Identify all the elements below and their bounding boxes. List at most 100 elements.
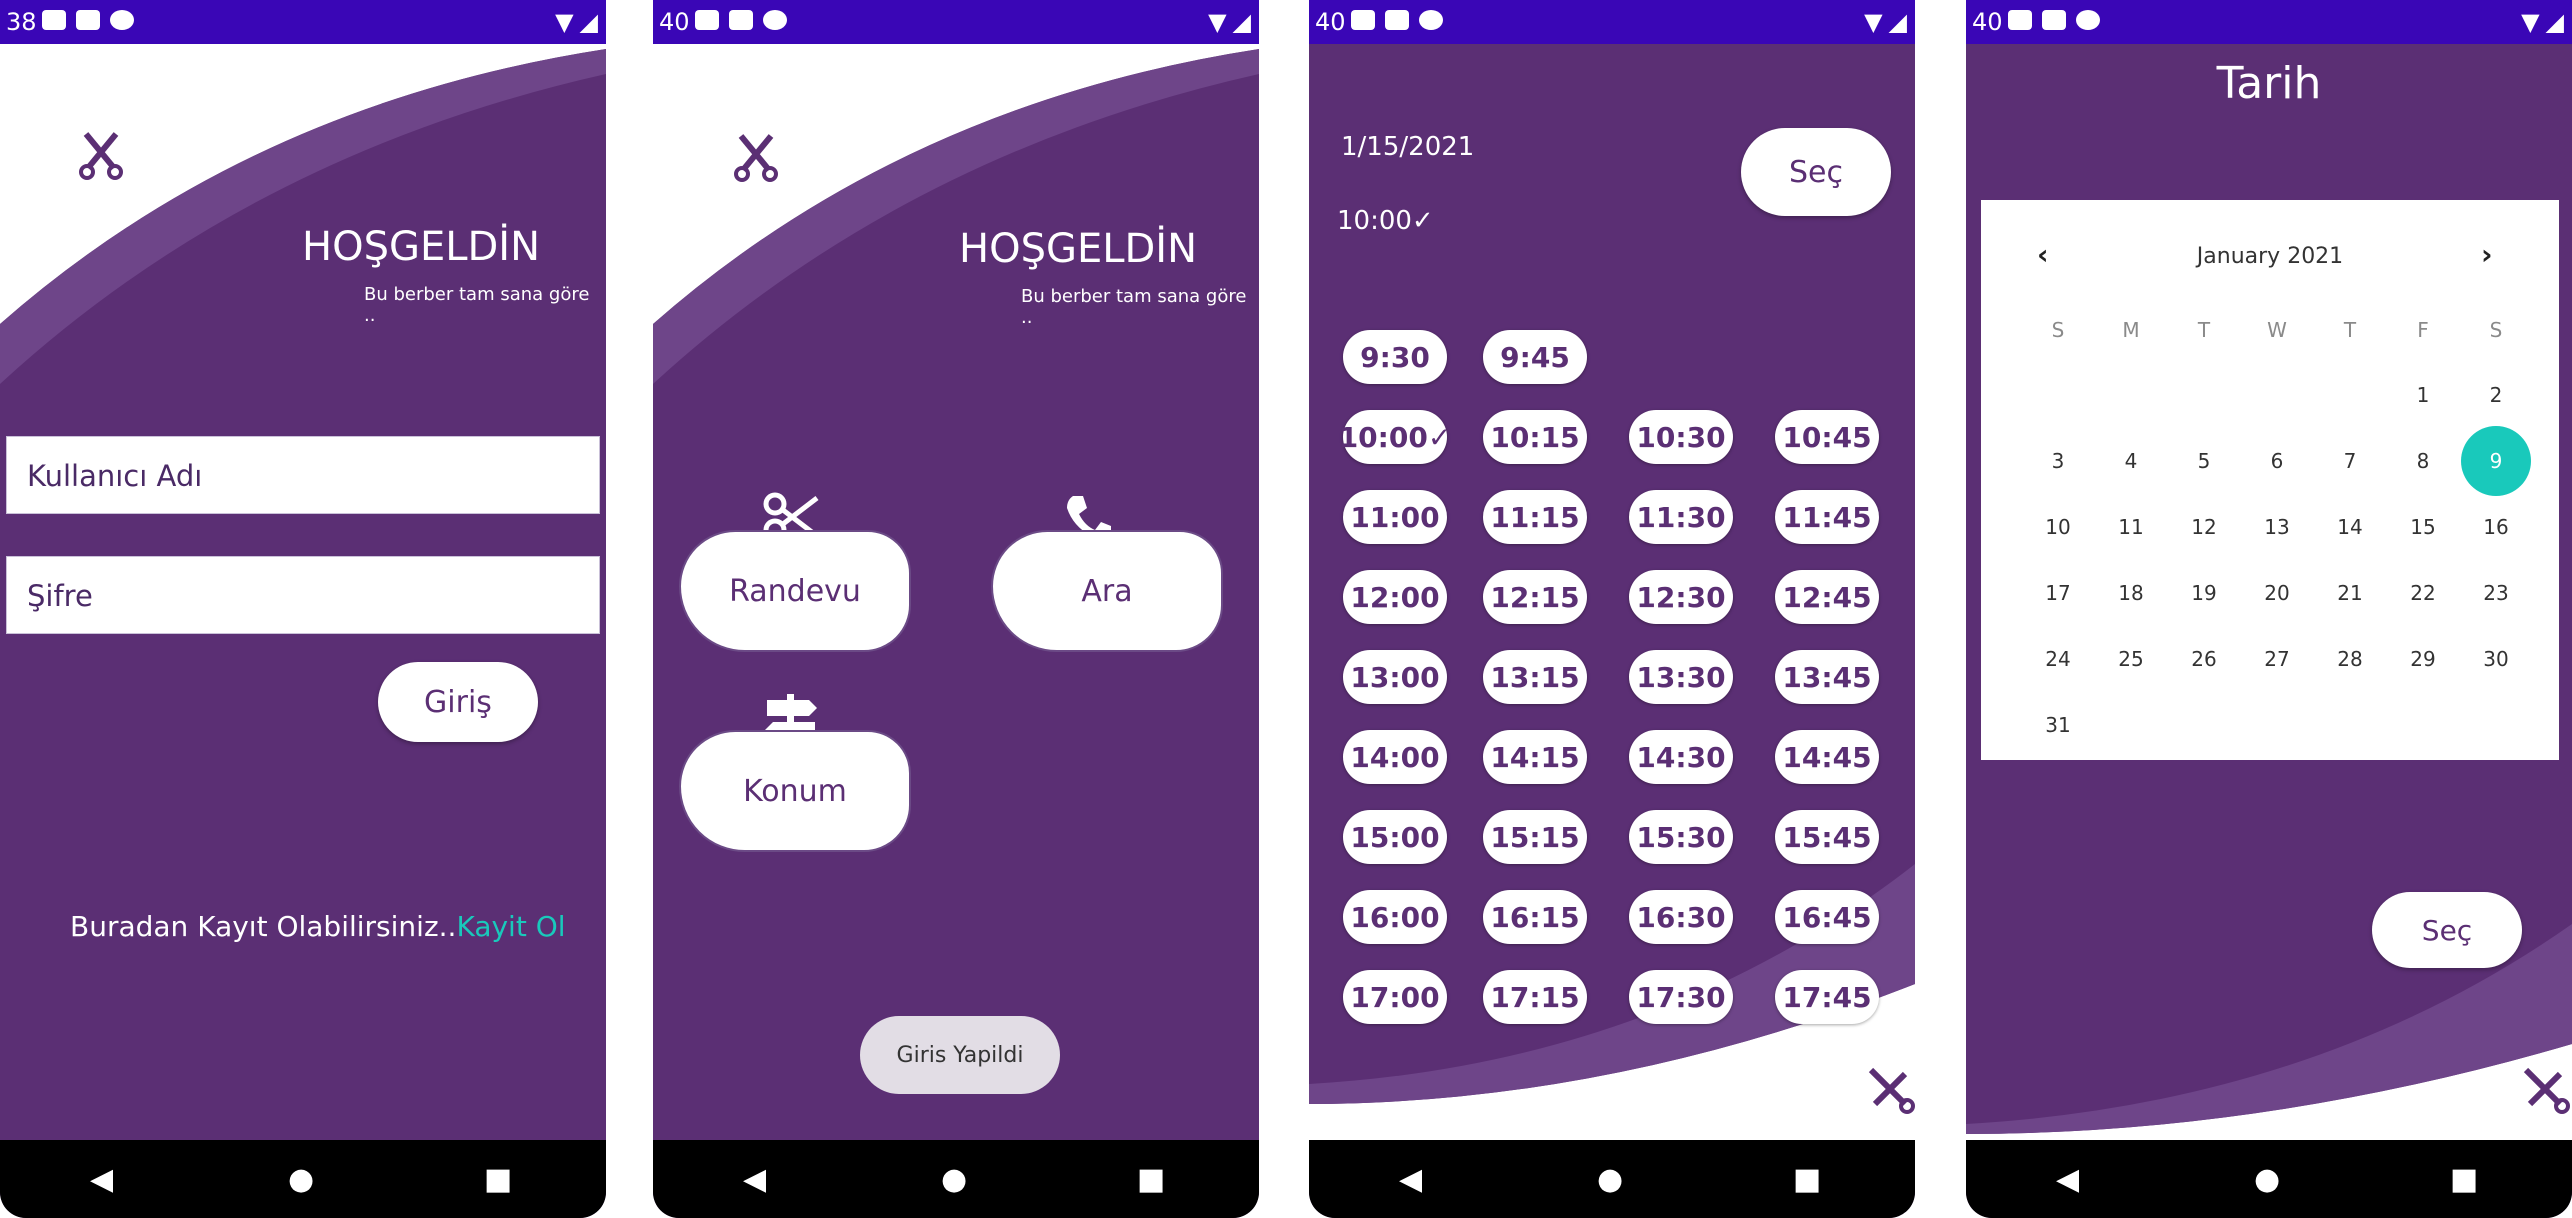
calendar-day[interactable]: 10 bbox=[2023, 492, 2093, 562]
time-slot-button[interactable]: 17:30 bbox=[1629, 970, 1733, 1024]
password-field[interactable]: Şifre bbox=[6, 556, 600, 634]
login-button[interactable]: Giriş bbox=[378, 662, 538, 742]
back-icon[interactable]: ◀ bbox=[90, 1162, 113, 1197]
time-slot-button[interactable]: 13:45 bbox=[1775, 650, 1879, 704]
time-slot-button[interactable]: 12:30 bbox=[1629, 570, 1733, 624]
time-slot-button[interactable]: 9:30 bbox=[1343, 330, 1447, 384]
time-slot-button[interactable]: 15:00 bbox=[1343, 810, 1447, 864]
status-time: 40 bbox=[1315, 8, 1346, 36]
app-icon bbox=[1419, 10, 1443, 30]
calendar-day[interactable]: 3 bbox=[2023, 426, 2093, 496]
home-icon[interactable]: ● bbox=[288, 1162, 314, 1197]
appointment-button[interactable]: Randevu bbox=[679, 530, 911, 652]
calendar-day[interactable]: 15 bbox=[2388, 492, 2458, 562]
calendar-day[interactable]: 19 bbox=[2169, 558, 2239, 628]
calendar-day[interactable]: 24 bbox=[2023, 624, 2093, 694]
time-slot-button[interactable]: 15:15 bbox=[1483, 810, 1587, 864]
time-slot-button[interactable]: 16:45 bbox=[1775, 890, 1879, 944]
welcome-subtitle: Bu berber tam sana göre .. bbox=[364, 284, 590, 326]
calendar-day[interactable]: 7 bbox=[2315, 426, 2385, 496]
gmail-icon bbox=[1351, 10, 1375, 30]
calendar-day[interactable]: 2 bbox=[2461, 360, 2531, 430]
home-icon[interactable]: ● bbox=[941, 1162, 967, 1197]
time-slot-button[interactable]: 13:15 bbox=[1483, 650, 1587, 704]
wifi-icon: ▼ bbox=[1208, 8, 1227, 36]
calendar-day[interactable]: 18 bbox=[2096, 558, 2166, 628]
calendar-day[interactable]: 17 bbox=[2023, 558, 2093, 628]
time-slot-button[interactable]: 14:00 bbox=[1343, 730, 1447, 784]
register-link[interactable]: Kayit Ol bbox=[456, 910, 565, 943]
home-icon[interactable]: ● bbox=[2254, 1162, 2280, 1197]
back-icon[interactable]: ◀ bbox=[743, 1162, 766, 1197]
select-date-button[interactable]: Seç bbox=[1741, 128, 1891, 216]
calendar-day[interactable]: 25 bbox=[2096, 624, 2166, 694]
time-slot-button[interactable]: 10:45 bbox=[1775, 410, 1879, 464]
calendar-day[interactable]: 22 bbox=[2388, 558, 2458, 628]
time-slot-button[interactable]: 12:00 bbox=[1343, 570, 1447, 624]
calendar-day[interactable]: 26 bbox=[2169, 624, 2239, 694]
location-button[interactable]: Konum bbox=[679, 730, 911, 852]
calendar-day[interactable]: 1 bbox=[2388, 360, 2458, 430]
time-slot-button[interactable]: 10:00✓ bbox=[1339, 410, 1451, 464]
calendar-widget: ‹ January 2021 › SMTWTFS 1 2 3 4 5 6 7 8 9 10 11 12… bbox=[1981, 200, 2559, 760]
calendar-day[interactable]: 29 bbox=[2388, 624, 2458, 694]
calendar-day[interactable]: 30 bbox=[2461, 624, 2531, 694]
calendar-day[interactable]: 16 bbox=[2461, 492, 2531, 562]
time-slot-button[interactable]: 12:45 bbox=[1775, 570, 1879, 624]
time-slot-button[interactable]: 10:30 bbox=[1629, 410, 1733, 464]
recents-icon[interactable]: ■ bbox=[1793, 1162, 1821, 1197]
time-slot-button[interactable]: 17:00 bbox=[1343, 970, 1447, 1024]
recents-icon[interactable]: ■ bbox=[2450, 1162, 2478, 1197]
back-icon[interactable]: ◀ bbox=[2056, 1162, 2079, 1197]
calendar-day[interactable]: 31 bbox=[2023, 690, 2093, 760]
calendar-day[interactable]: 12 bbox=[2169, 492, 2239, 562]
calendar-day[interactable]: 4 bbox=[2096, 426, 2166, 496]
time-slot-button[interactable]: 14:15 bbox=[1483, 730, 1587, 784]
time-slot-button[interactable]: 11:15 bbox=[1483, 490, 1587, 544]
calendar-day[interactable]: 9 bbox=[2461, 426, 2531, 496]
confirm-date-button[interactable]: Seç bbox=[2372, 892, 2522, 968]
time-slot-button[interactable]: 16:00 bbox=[1343, 890, 1447, 944]
calendar-day[interactable]: 20 bbox=[2242, 558, 2312, 628]
time-slot-button[interactable]: 17:45 bbox=[1775, 970, 1879, 1024]
time-slot-button[interactable]: 13:00 bbox=[1343, 650, 1447, 704]
recents-icon[interactable]: ■ bbox=[1137, 1162, 1165, 1197]
calendar-day[interactable]: 23 bbox=[2461, 558, 2531, 628]
calendar-day[interactable]: 28 bbox=[2315, 624, 2385, 694]
status-bar: 40 ▼ ◢ bbox=[1966, 0, 2572, 44]
calendar-day[interactable]: 11 bbox=[2096, 492, 2166, 562]
time-slot-button[interactable]: 14:30 bbox=[1629, 730, 1733, 784]
time-slot-button[interactable]: 17:15 bbox=[1483, 970, 1587, 1024]
weekday-label: F bbox=[2417, 318, 2429, 342]
username-field[interactable]: Kullanıcı Adı bbox=[6, 436, 600, 514]
back-icon[interactable]: ◀ bbox=[1399, 1162, 1422, 1197]
calendar-day[interactable]: 13 bbox=[2242, 492, 2312, 562]
cloud-icon bbox=[729, 10, 753, 30]
home-screen: 40 ▼ ◢ HOŞGELDİN Bu berber tam sana göre … bbox=[653, 0, 1259, 1218]
time-slot-button[interactable]: 15:30 bbox=[1629, 810, 1733, 864]
calendar-day[interactable]: 8 bbox=[2388, 426, 2458, 496]
time-slot-button[interactable]: 16:15 bbox=[1483, 890, 1587, 944]
time-slot-button[interactable]: 13:30 bbox=[1629, 650, 1733, 704]
calendar-day[interactable]: 27 bbox=[2242, 624, 2312, 694]
home-icon[interactable]: ● bbox=[1597, 1162, 1623, 1197]
time-slot-button[interactable]: 16:30 bbox=[1629, 890, 1733, 944]
calendar-day[interactable]: 6 bbox=[2242, 426, 2312, 496]
time-slot-button[interactable]: 12:15 bbox=[1483, 570, 1587, 624]
time-slot-button[interactable]: 15:45 bbox=[1775, 810, 1879, 864]
welcome-title: HOŞGELDİN bbox=[959, 226, 1198, 272]
recents-icon[interactable]: ■ bbox=[484, 1162, 512, 1197]
nav-bar: ◀ ● ■ bbox=[653, 1140, 1259, 1218]
time-slot-button[interactable]: 10:15 bbox=[1483, 410, 1587, 464]
call-button[interactable]: Ara bbox=[991, 530, 1223, 652]
time-slot-button[interactable]: 9:45 bbox=[1483, 330, 1587, 384]
weekday-label: T bbox=[2343, 318, 2357, 342]
time-slot-button[interactable]: 14:45 bbox=[1775, 730, 1879, 784]
calendar-day[interactable]: 5 bbox=[2169, 426, 2239, 496]
time-slot-button[interactable]: 11:45 bbox=[1775, 490, 1879, 544]
time-slot-button[interactable]: 11:30 bbox=[1629, 490, 1733, 544]
time-slot-button[interactable]: 11:00 bbox=[1343, 490, 1447, 544]
calendar-day[interactable]: 21 bbox=[2315, 558, 2385, 628]
next-month-icon[interactable]: › bbox=[2481, 238, 2493, 271]
calendar-day[interactable]: 14 bbox=[2315, 492, 2385, 562]
